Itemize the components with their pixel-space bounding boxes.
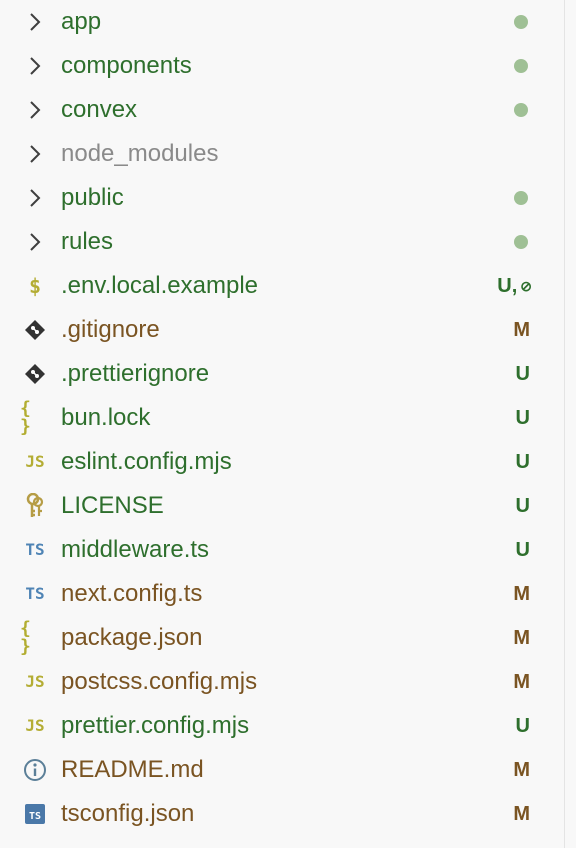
file-name: README.md xyxy=(61,756,204,783)
file-row-postcss-config[interactable]: JS postcss.config.mjs M xyxy=(0,660,564,704)
git-status-badge: M xyxy=(513,759,530,781)
git-status-badge: U xyxy=(515,715,530,737)
tsconfig-icon: TS xyxy=(20,792,50,836)
file-explorer: app components convex node_modules publi… xyxy=(0,0,565,848)
license-key-icon xyxy=(20,484,50,528)
git-icon xyxy=(20,352,50,396)
file-row-middleware[interactable]: TS middleware.ts U xyxy=(0,528,564,572)
tsconfig-icon-text: TS xyxy=(29,811,41,822)
file-row-next-config[interactable]: TS next.config.ts M xyxy=(0,572,564,616)
file-name: postcss.config.mjs xyxy=(61,668,258,695)
file-row-prettierignore[interactable]: .prettierignore U xyxy=(0,352,564,396)
modified-dot-indicator xyxy=(514,235,528,249)
json-braces-icon: { } xyxy=(20,398,32,437)
git-status-badge: U, ⊘ xyxy=(497,264,532,308)
git-status-badge: M xyxy=(513,319,530,341)
chevron-right-icon[interactable] xyxy=(20,132,50,176)
git-status-badge: M xyxy=(513,803,530,825)
git-status-badge: M xyxy=(513,671,530,693)
folder-name: convex xyxy=(61,96,138,123)
file-row-tsconfig[interactable]: TS tsconfig.json M xyxy=(0,792,564,836)
chevron-right-icon[interactable] xyxy=(20,0,50,44)
ts-icon: TS xyxy=(25,540,45,559)
ts-icon: TS xyxy=(25,584,45,603)
file-name: tsconfig.json xyxy=(61,800,195,827)
chevron-right-icon[interactable] xyxy=(20,176,50,220)
file-name: LICENSE xyxy=(61,492,164,519)
modified-dot-indicator xyxy=(514,59,528,73)
file-name: middleware.ts xyxy=(61,536,210,563)
folder-row-convex[interactable]: convex xyxy=(0,88,564,132)
file-row-license[interactable]: LICENSE U xyxy=(0,484,564,528)
dollar-icon: $ xyxy=(28,274,42,298)
file-name: .gitignore xyxy=(61,316,160,343)
file-row-eslint-config[interactable]: JS eslint.config.mjs U xyxy=(0,440,564,484)
file-row-gitignore[interactable]: .gitignore M xyxy=(0,308,564,352)
file-name: eslint.config.mjs xyxy=(61,448,232,475)
js-icon: JS xyxy=(25,716,45,735)
git-status-badge: U xyxy=(515,363,530,385)
git-status-badge: U xyxy=(515,539,530,561)
chevron-right-icon[interactable] xyxy=(20,44,50,88)
git-status-badge: M xyxy=(513,627,530,649)
file-name: .prettierignore xyxy=(61,360,210,387)
js-icon: JS xyxy=(25,452,45,471)
modified-dot-indicator xyxy=(514,103,528,117)
git-status-badge: M xyxy=(513,583,530,605)
git-status-badge: U xyxy=(515,407,530,429)
folder-row-app[interactable]: app xyxy=(0,0,564,44)
folder-name: components xyxy=(61,52,192,79)
chevron-right-icon[interactable] xyxy=(20,220,50,264)
folder-name: public xyxy=(61,184,124,211)
git-status-letter: U, xyxy=(497,275,518,297)
file-name: next.config.ts xyxy=(61,580,203,607)
folder-row-node-modules[interactable]: node_modules xyxy=(0,132,564,176)
git-status-badge: U xyxy=(515,495,530,517)
file-row-bun-lock[interactable]: { } bun.lock U xyxy=(0,396,564,440)
file-name: prettier.config.mjs xyxy=(61,712,250,739)
file-row-env-local-example[interactable]: $ .env.local.example U, ⊘ xyxy=(0,264,564,308)
ignored-icon: ⊘ xyxy=(520,278,532,294)
file-row-readme[interactable]: README.md M xyxy=(0,748,564,792)
git-icon xyxy=(20,308,50,352)
file-row-package-json[interactable]: { } package.json M xyxy=(0,616,564,660)
folder-row-rules[interactable]: rules xyxy=(0,220,564,264)
json-braces-icon: { } xyxy=(20,618,32,657)
file-name: bun.lock xyxy=(61,404,151,431)
file-row-prettier-config[interactable]: JS prettier.config.mjs U xyxy=(0,704,564,748)
folder-row-public[interactable]: public xyxy=(0,176,564,220)
folder-name: rules xyxy=(61,228,114,255)
js-icon: JS xyxy=(25,672,45,691)
modified-dot-indicator xyxy=(514,15,528,29)
git-status-badge: U xyxy=(515,451,530,473)
modified-dot-indicator xyxy=(514,191,528,205)
chevron-right-icon[interactable] xyxy=(20,88,50,132)
file-name: package.json xyxy=(61,624,203,651)
folder-row-components[interactable]: components xyxy=(0,44,564,88)
info-icon xyxy=(20,748,50,792)
folder-name: app xyxy=(61,8,102,35)
file-name: .env.local.example xyxy=(61,272,258,299)
folder-name: node_modules xyxy=(61,140,219,167)
